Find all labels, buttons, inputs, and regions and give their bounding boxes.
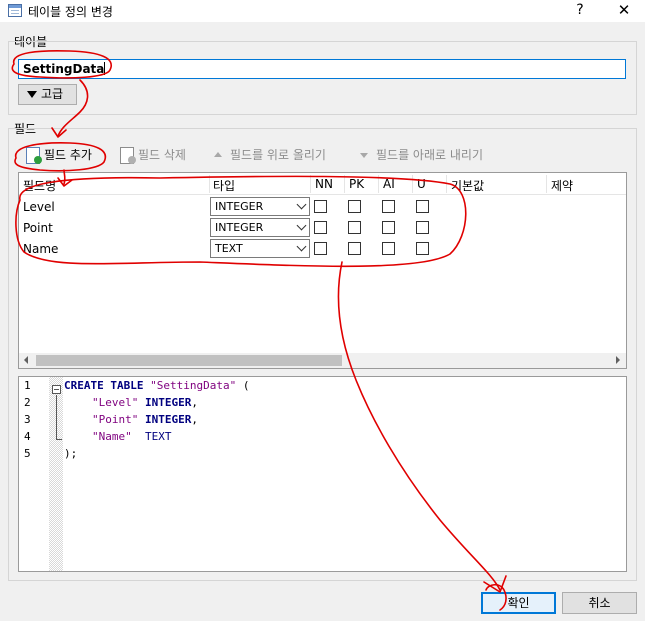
code-line: CREATE TABLE "SettingData" ( xyxy=(64,379,250,392)
field-name-cell[interactable]: Point xyxy=(23,221,53,235)
line-number: 2 xyxy=(24,396,31,409)
move-field-up-button[interactable]: 필드를 위로 올리기 xyxy=(214,146,344,164)
table-name-input[interactable]: SettingData xyxy=(18,59,626,79)
add-field-label: 필드 추가 xyxy=(44,148,92,162)
line-number: 5 xyxy=(24,447,31,460)
table-icon xyxy=(8,4,22,17)
column-header-unique[interactable]: U xyxy=(417,177,426,191)
line-number-gutter: 1 2 3 4 5 xyxy=(19,377,49,571)
delete-field-button[interactable]: 필드 삭제 xyxy=(120,146,200,164)
field-type-value: INTEGER xyxy=(215,221,264,234)
scroll-left-icon[interactable] xyxy=(24,356,28,364)
arrow-up-icon xyxy=(214,152,222,157)
pk-checkbox[interactable] xyxy=(348,221,361,234)
text-caret xyxy=(104,62,106,75)
close-button[interactable]: ✕ xyxy=(612,0,636,22)
field-type-select[interactable]: INTEGER xyxy=(210,197,310,216)
help-button[interactable]: ? xyxy=(570,0,590,22)
column-header-pk[interactable]: PK xyxy=(349,177,364,191)
column-header-nn[interactable]: NN xyxy=(315,177,333,191)
window-title: 테이블 정의 변경 xyxy=(28,5,113,19)
close-icon: ✕ xyxy=(617,1,631,19)
title-bar: 테이블 정의 변경 ? ✕ xyxy=(0,0,645,22)
unique-checkbox[interactable] xyxy=(416,242,429,255)
nn-checkbox[interactable] xyxy=(314,200,327,213)
field-name-cell[interactable]: Level xyxy=(23,200,55,214)
line-number: 4 xyxy=(24,430,31,443)
column-header-ai[interactable]: AI xyxy=(383,177,395,191)
field-type-value: TEXT xyxy=(215,242,243,255)
nn-checkbox[interactable] xyxy=(314,221,327,234)
unique-checkbox[interactable] xyxy=(416,221,429,234)
field-type-select[interactable]: TEXT xyxy=(210,239,310,258)
grid-horizontal-scrollbar[interactable] xyxy=(19,353,626,368)
triangle-down-icon xyxy=(27,91,37,98)
chevron-down-icon xyxy=(296,220,307,231)
column-header-name[interactable]: 필드명 xyxy=(23,177,56,194)
scroll-right-icon[interactable] xyxy=(616,356,620,364)
add-field-button[interactable]: 필드 추가 xyxy=(26,146,106,164)
ai-checkbox[interactable] xyxy=(382,242,395,255)
code-line: ); xyxy=(64,447,78,460)
code-line: "Level" INTEGER, xyxy=(92,396,198,409)
delete-field-icon xyxy=(120,147,136,164)
code-line: "Point" INTEGER, xyxy=(92,413,198,426)
fields-grid[interactable]: 필드명 타입 NN PK AI U 기본값 제약 Level INTEGER P… xyxy=(18,172,627,369)
scrollbar-thumb[interactable] xyxy=(36,355,342,366)
move-field-down-button[interactable]: 필드를 아래로 내리기 xyxy=(360,146,500,164)
field-type-value: INTEGER xyxy=(215,200,264,213)
fold-collapse-icon[interactable] xyxy=(52,385,61,394)
advanced-button[interactable]: 고급 xyxy=(18,84,77,105)
unique-checkbox[interactable] xyxy=(416,200,429,213)
nn-checkbox[interactable] xyxy=(314,242,327,255)
field-name-cell[interactable]: Name xyxy=(23,242,58,256)
ai-checkbox[interactable] xyxy=(382,200,395,213)
move-field-down-label: 필드를 아래로 내리기 xyxy=(376,148,483,162)
column-header-constraint[interactable]: 제약 xyxy=(551,177,573,194)
table-name-value: SettingData xyxy=(23,62,105,76)
move-field-up-label: 필드를 위로 올리기 xyxy=(230,148,326,162)
chevron-down-icon xyxy=(296,199,307,210)
ai-checkbox[interactable] xyxy=(382,221,395,234)
cancel-button[interactable]: 취소 xyxy=(562,592,637,614)
pk-checkbox[interactable] xyxy=(348,242,361,255)
arrow-down-icon xyxy=(360,153,368,158)
line-number: 1 xyxy=(24,379,31,392)
line-number: 3 xyxy=(24,413,31,426)
advanced-button-label: 고급 xyxy=(41,87,64,101)
ok-button[interactable]: 확인 xyxy=(481,592,556,614)
code-line: "Name" TEXT xyxy=(92,430,172,443)
column-header-default[interactable]: 기본값 xyxy=(451,177,484,194)
sql-preview-editor[interactable]: 1 2 3 4 5 CREATE TABLE "SettingData" ( "… xyxy=(18,376,627,572)
delete-field-label: 필드 삭제 xyxy=(138,148,186,162)
add-field-icon xyxy=(26,147,42,164)
chevron-down-icon xyxy=(296,241,307,252)
column-header-type[interactable]: 타입 xyxy=(213,177,235,194)
pk-checkbox[interactable] xyxy=(348,200,361,213)
grid-header: 필드명 타입 NN PK AI U 기본값 제약 xyxy=(19,173,626,195)
field-type-select[interactable]: INTEGER xyxy=(210,218,310,237)
